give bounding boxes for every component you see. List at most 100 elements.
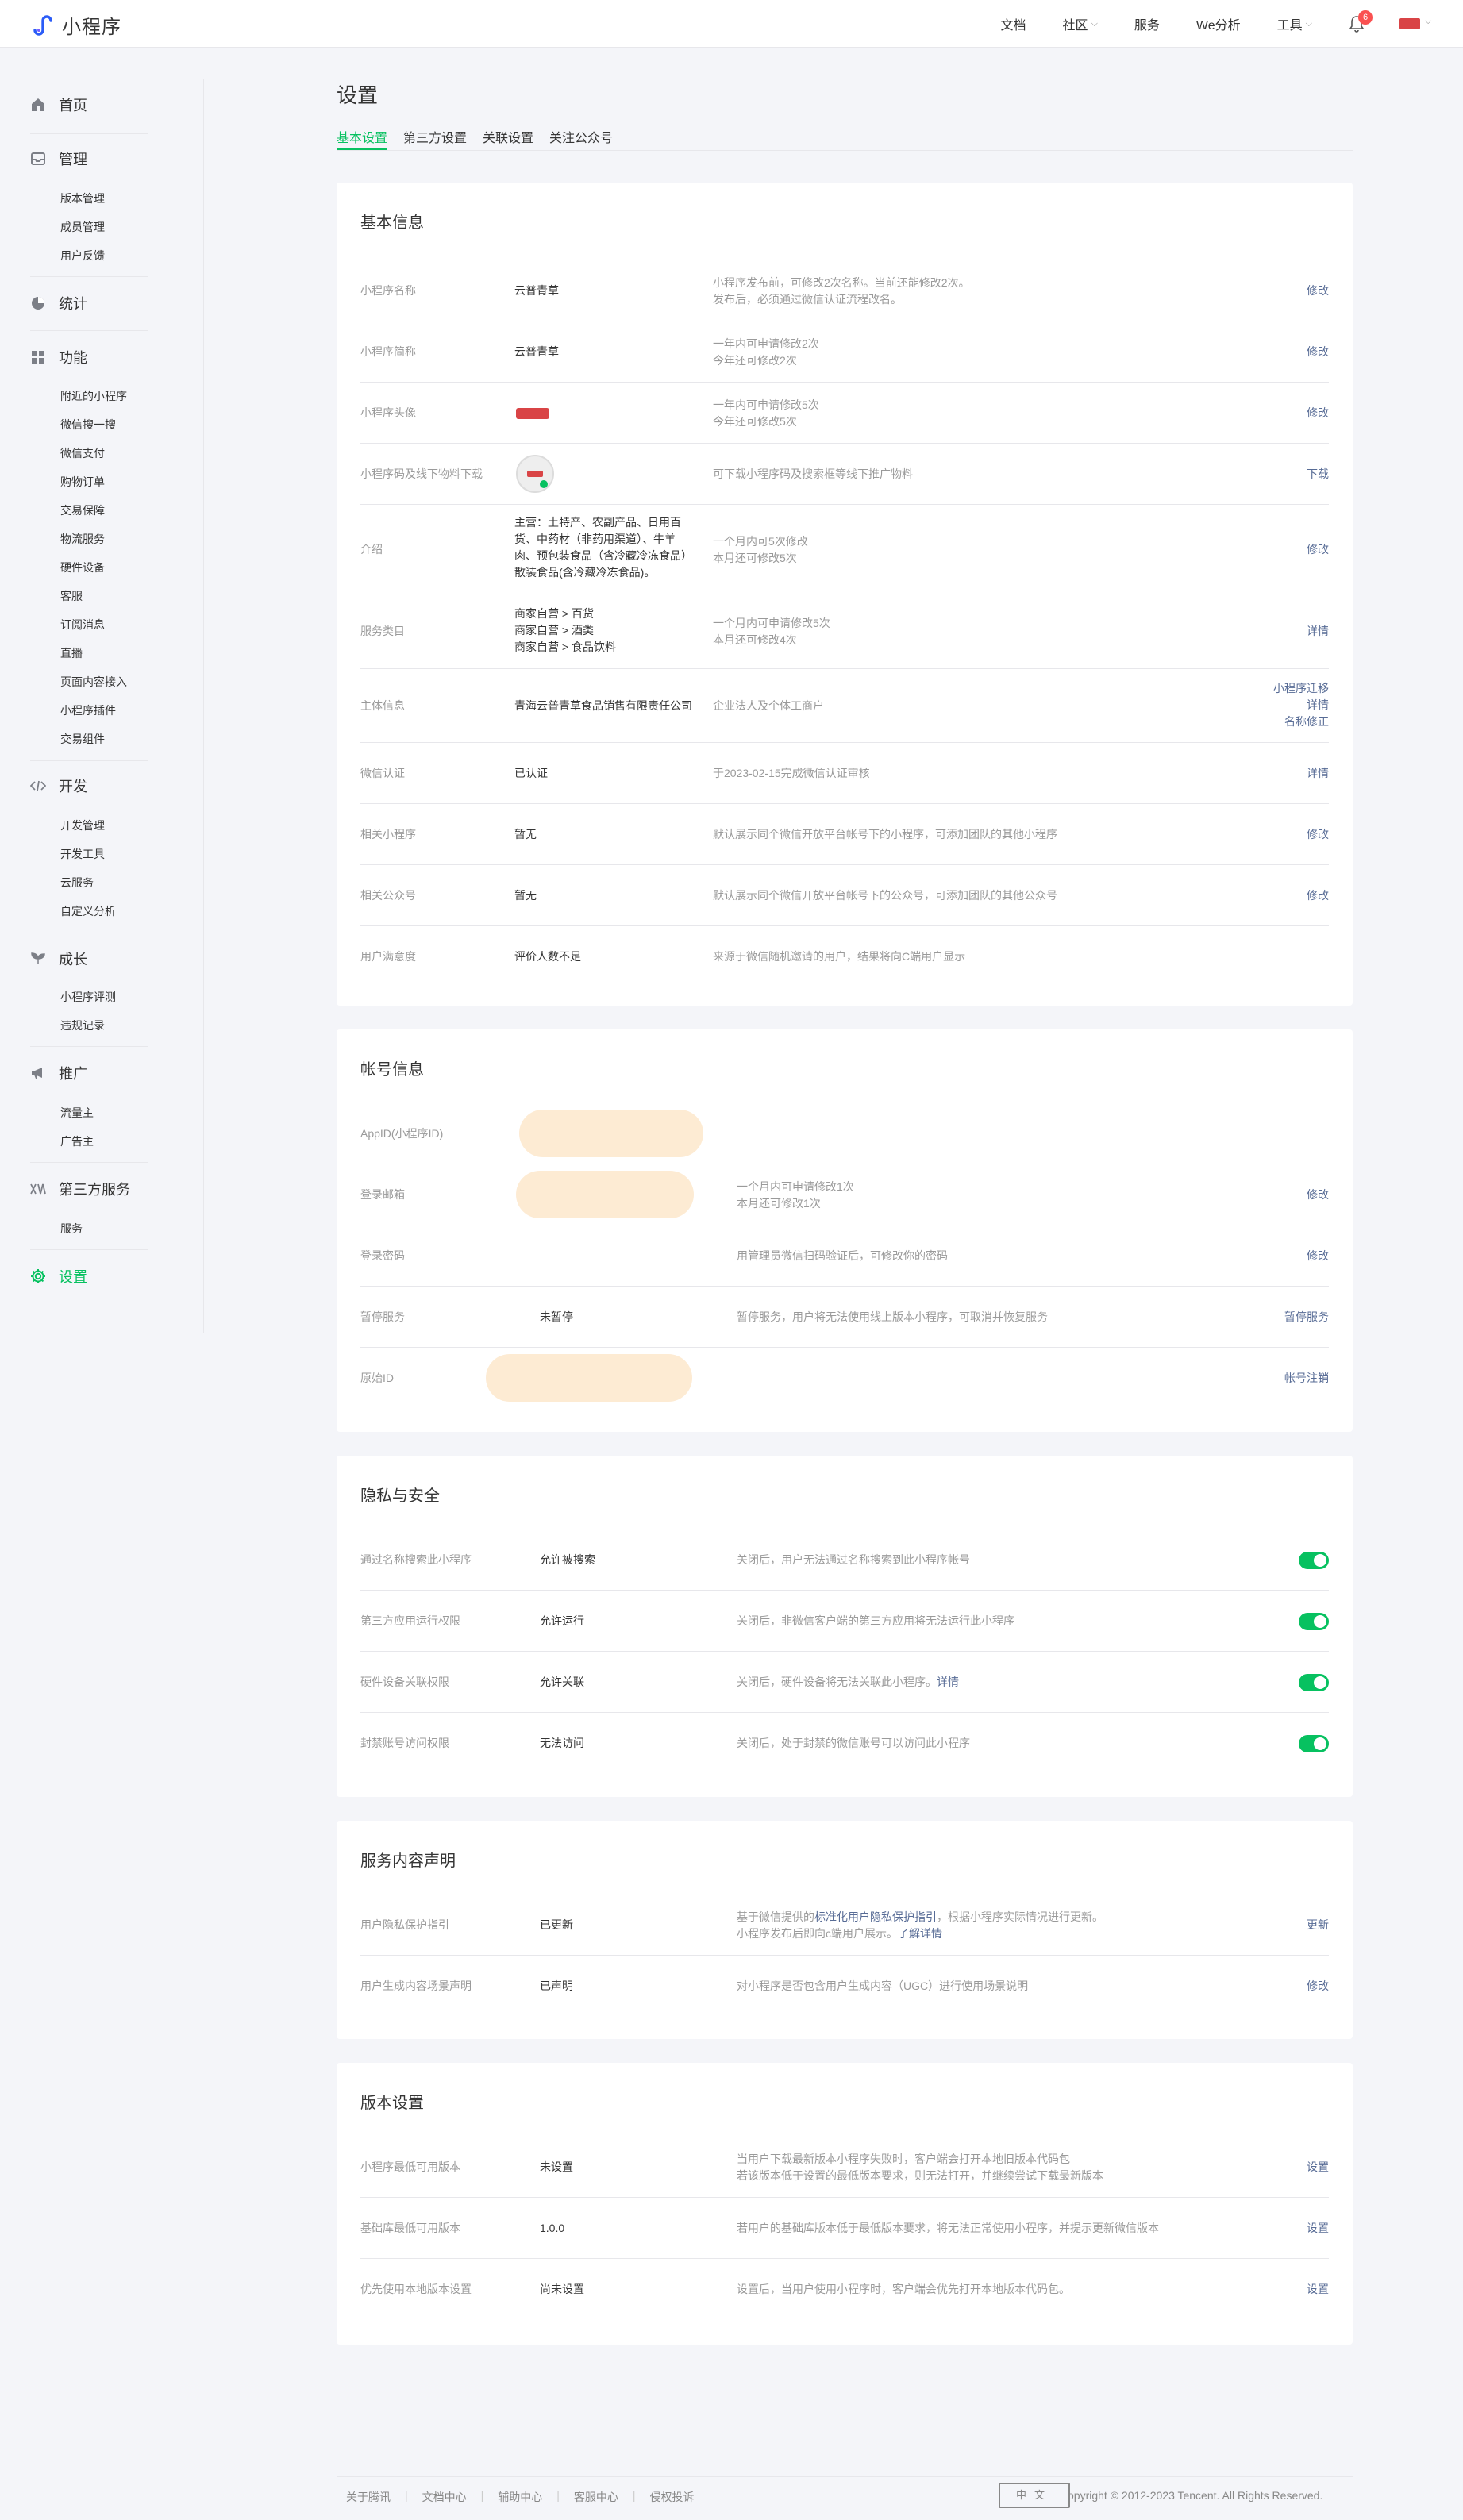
- miniprogram-avatar-image: [516, 408, 549, 419]
- set-min-lib-button[interactable]: 设置: [1307, 2220, 1329, 2237]
- sidebar-subitem-cloud[interactable]: 云服务: [60, 875, 94, 891]
- notification-bell[interactable]: 6: [1349, 10, 1373, 33]
- tab-basic-settings[interactable]: 基本设置: [337, 127, 388, 150]
- tab-third-party-settings[interactable]: 第三方设置: [403, 127, 467, 146]
- nav-we-analytics[interactable]: We分析: [1196, 14, 1241, 33]
- sidebar-subitem-nearby[interactable]: 附近的小程序: [60, 388, 127, 404]
- update-privacy-guide-button[interactable]: 更新: [1307, 1917, 1329, 1933]
- search-permission-toggle[interactable]: [1299, 1552, 1329, 1569]
- tab-follow-official-account[interactable]: 关注公众号: [549, 127, 613, 146]
- cancel-account-button[interactable]: 帐号注销: [1284, 1370, 1329, 1387]
- sidebar-item-label: 第三方服务: [59, 1182, 130, 1198]
- sidebar-subitem-traffic-owner[interactable]: 流量主: [60, 1105, 94, 1121]
- footer-link-support[interactable]: 客服中心: [574, 2489, 618, 2505]
- sidebar-item-develop[interactable]: 开发: [30, 776, 87, 795]
- sidebar-subitem-trade-guarantee[interactable]: 交易保障: [60, 502, 105, 518]
- sidebar-item-features[interactable]: 功能: [30, 348, 87, 367]
- edit-related-miniprogram-button[interactable]: 修改: [1307, 826, 1329, 843]
- sidebar-item-settings[interactable]: 设置: [30, 1267, 87, 1286]
- row-desc: 一年内可申请修改2次 今年还可修改2次: [713, 337, 819, 367]
- set-min-version-button[interactable]: 设置: [1307, 2159, 1329, 2176]
- nav-tools[interactable]: 工具 ⌵: [1277, 14, 1312, 33]
- sidebar-subitem-trade-component[interactable]: 交易组件: [60, 731, 105, 747]
- nav-docs[interactable]: 文档: [1001, 14, 1026, 33]
- footer-link-help[interactable]: 辅助中心: [498, 2489, 542, 2505]
- nav-services[interactable]: 服务: [1134, 14, 1160, 33]
- info-row-intro: 介绍 主营：土特产、农副产品、日用百 货、中药材（非药用渠道）、牛羊 肉、预包装食品…: [360, 505, 1329, 594]
- sidebar-item-manage[interactable]: 管理: [30, 149, 87, 168]
- hardware-detail-link[interactable]: 详情: [937, 1676, 959, 1688]
- sidebar-subitem-plugins[interactable]: 小程序插件: [60, 702, 116, 718]
- sidebar-item-stats[interactable]: 统计: [30, 294, 87, 313]
- edit-password-button[interactable]: 修改: [1307, 1248, 1329, 1264]
- sidebar-subitem-orders[interactable]: 购物订单: [60, 474, 105, 490]
- row-label: 用户隐私保护指引: [360, 1918, 449, 1931]
- edit-related-official-account-button[interactable]: 修改: [1307, 887, 1329, 904]
- settings-tabs: 基本设置 第三方设置 关联设置 关注公众号: [337, 127, 1353, 151]
- footer-link-about[interactable]: 关于腾讯: [346, 2489, 391, 2505]
- row-desc: 关闭后，处于封禁的微信账号可以访问此小程序: [737, 1737, 970, 1749]
- row-value: 未设置: [540, 2160, 573, 2173]
- info-row-related-miniprogram: 相关小程序 暂无 默认展示同个微信开放平台帐号下的小程序，可添加团队的其他小程序…: [360, 804, 1329, 865]
- name-correction-button[interactable]: 名称修正: [1273, 714, 1329, 730]
- sidebar-subitem-advertiser[interactable]: 广告主: [60, 1133, 94, 1149]
- edit-ugc-declaration-button[interactable]: 修改: [1307, 1978, 1329, 1995]
- sidebar-subitem-logistics[interactable]: 物流服务: [60, 531, 105, 547]
- verification-detail-button[interactable]: 详情: [1307, 765, 1329, 782]
- row-desc: 默认展示同个微信开放平台帐号下的小程序，可添加团队的其他小程序: [713, 828, 1057, 841]
- app-logo[interactable]: 小程序: [30, 11, 121, 39]
- privacy-guide-link[interactable]: 标准化用户隐私保护指引: [814, 1910, 937, 1923]
- sidebar-item-promotion[interactable]: 推广: [30, 1064, 87, 1083]
- hardware-permission-toggle[interactable]: [1299, 1674, 1329, 1691]
- edit-email-button[interactable]: 修改: [1307, 1187, 1329, 1203]
- row-desc: 可下载小程序码及搜索框等线下推广物料: [713, 467, 913, 480]
- sidebar-subitem-evaluation[interactable]: 小程序评测: [60, 989, 116, 1005]
- download-qrcode-button[interactable]: 下载: [1307, 466, 1329, 483]
- edit-short-name-button[interactable]: 修改: [1307, 344, 1329, 360]
- row-desc: 一个月内可申请修改5次 本月还可修改4次: [713, 617, 830, 646]
- version-settings-card: 版本设置 小程序最低可用版本 未设置 当用户下载最新版本小程序失败时，客户端会打…: [337, 2063, 1353, 2345]
- sidebar-subitem-service[interactable]: 服务: [60, 1221, 83, 1237]
- banned-access-toggle[interactable]: [1299, 1735, 1329, 1752]
- suspend-service-button[interactable]: 暂停服务: [1284, 1309, 1329, 1325]
- set-local-first-button[interactable]: 设置: [1307, 2281, 1329, 2298]
- edit-avatar-button[interactable]: 修改: [1307, 405, 1329, 421]
- sidebar-item-third-party[interactable]: 第三方服务: [30, 1179, 130, 1198]
- row-desc: 关闭后，非微信客户端的第三方应用将无法运行此小程序: [737, 1614, 1014, 1627]
- sidebar-subitem-subscribe-msg[interactable]: 订阅消息: [60, 617, 105, 633]
- nav-community[interactable]: 社区 ⌵: [1063, 14, 1098, 33]
- sidebar-subitem-user-feedback[interactable]: 用户反馈: [60, 248, 105, 264]
- third-party-permission-toggle[interactable]: [1299, 1613, 1329, 1630]
- row-label: 硬件设备关联权限: [360, 1676, 449, 1688]
- section-title: 隐私与安全: [360, 1487, 440, 1505]
- migrate-button[interactable]: 小程序迁移: [1273, 680, 1329, 697]
- footer-link-docs[interactable]: 文档中心: [422, 2489, 467, 2505]
- sidebar-divider: [30, 760, 148, 761]
- row-desc: 默认展示同个微信开放平台帐号下的公众号，可添加团队的其他公众号: [713, 889, 1057, 902]
- sidebar-subitem-dev-tools[interactable]: 开发工具: [60, 846, 105, 862]
- tab-association-settings[interactable]: 关联设置: [483, 127, 533, 146]
- row-value: 青海云普青草食品销售有限责任公司: [514, 699, 692, 712]
- sidebar-item-growth[interactable]: 成长: [30, 949, 87, 968]
- sidebar-subitem-dev-manage[interactable]: 开发管理: [60, 818, 105, 833]
- account-avatar[interactable]: ⌵: [1399, 17, 1431, 29]
- sidebar-subitem-violations[interactable]: 违规记录: [60, 1018, 105, 1033]
- edit-intro-button[interactable]: 修改: [1307, 541, 1329, 558]
- subject-detail-button[interactable]: 详情: [1273, 697, 1329, 714]
- category-detail-button[interactable]: 详情: [1307, 623, 1329, 640]
- sidebar-subitem-version-manage[interactable]: 版本管理: [60, 190, 105, 206]
- sidebar-subitem-page-content[interactable]: 页面内容接入: [60, 674, 127, 690]
- sidebar-subitem-hardware[interactable]: 硬件设备: [60, 560, 105, 575]
- footer-link-infringement[interactable]: 侵权投诉: [650, 2489, 695, 2505]
- sidebar-subitem-wechat-pay[interactable]: 微信支付: [60, 445, 105, 461]
- learn-more-link[interactable]: 了解详情: [898, 1927, 942, 1940]
- row-value: 无法访问: [540, 1737, 584, 1749]
- sidebar-subitem-custom-analytics[interactable]: 自定义分析: [60, 903, 116, 919]
- sidebar-subitem-customer-service[interactable]: 客服: [60, 588, 83, 604]
- sidebar-subitem-member-manage[interactable]: 成员管理: [60, 219, 105, 235]
- sidebar-subitem-live[interactable]: 直播: [60, 645, 83, 661]
- row-desc: 对小程序是否包含用户生成内容（UGC）进行使用场景说明: [737, 1979, 1029, 1992]
- sidebar-subitem-search[interactable]: 微信搜一搜: [60, 417, 116, 433]
- sidebar-item-home[interactable]: 首页: [30, 95, 87, 114]
- edit-name-button[interactable]: 修改: [1307, 283, 1329, 299]
